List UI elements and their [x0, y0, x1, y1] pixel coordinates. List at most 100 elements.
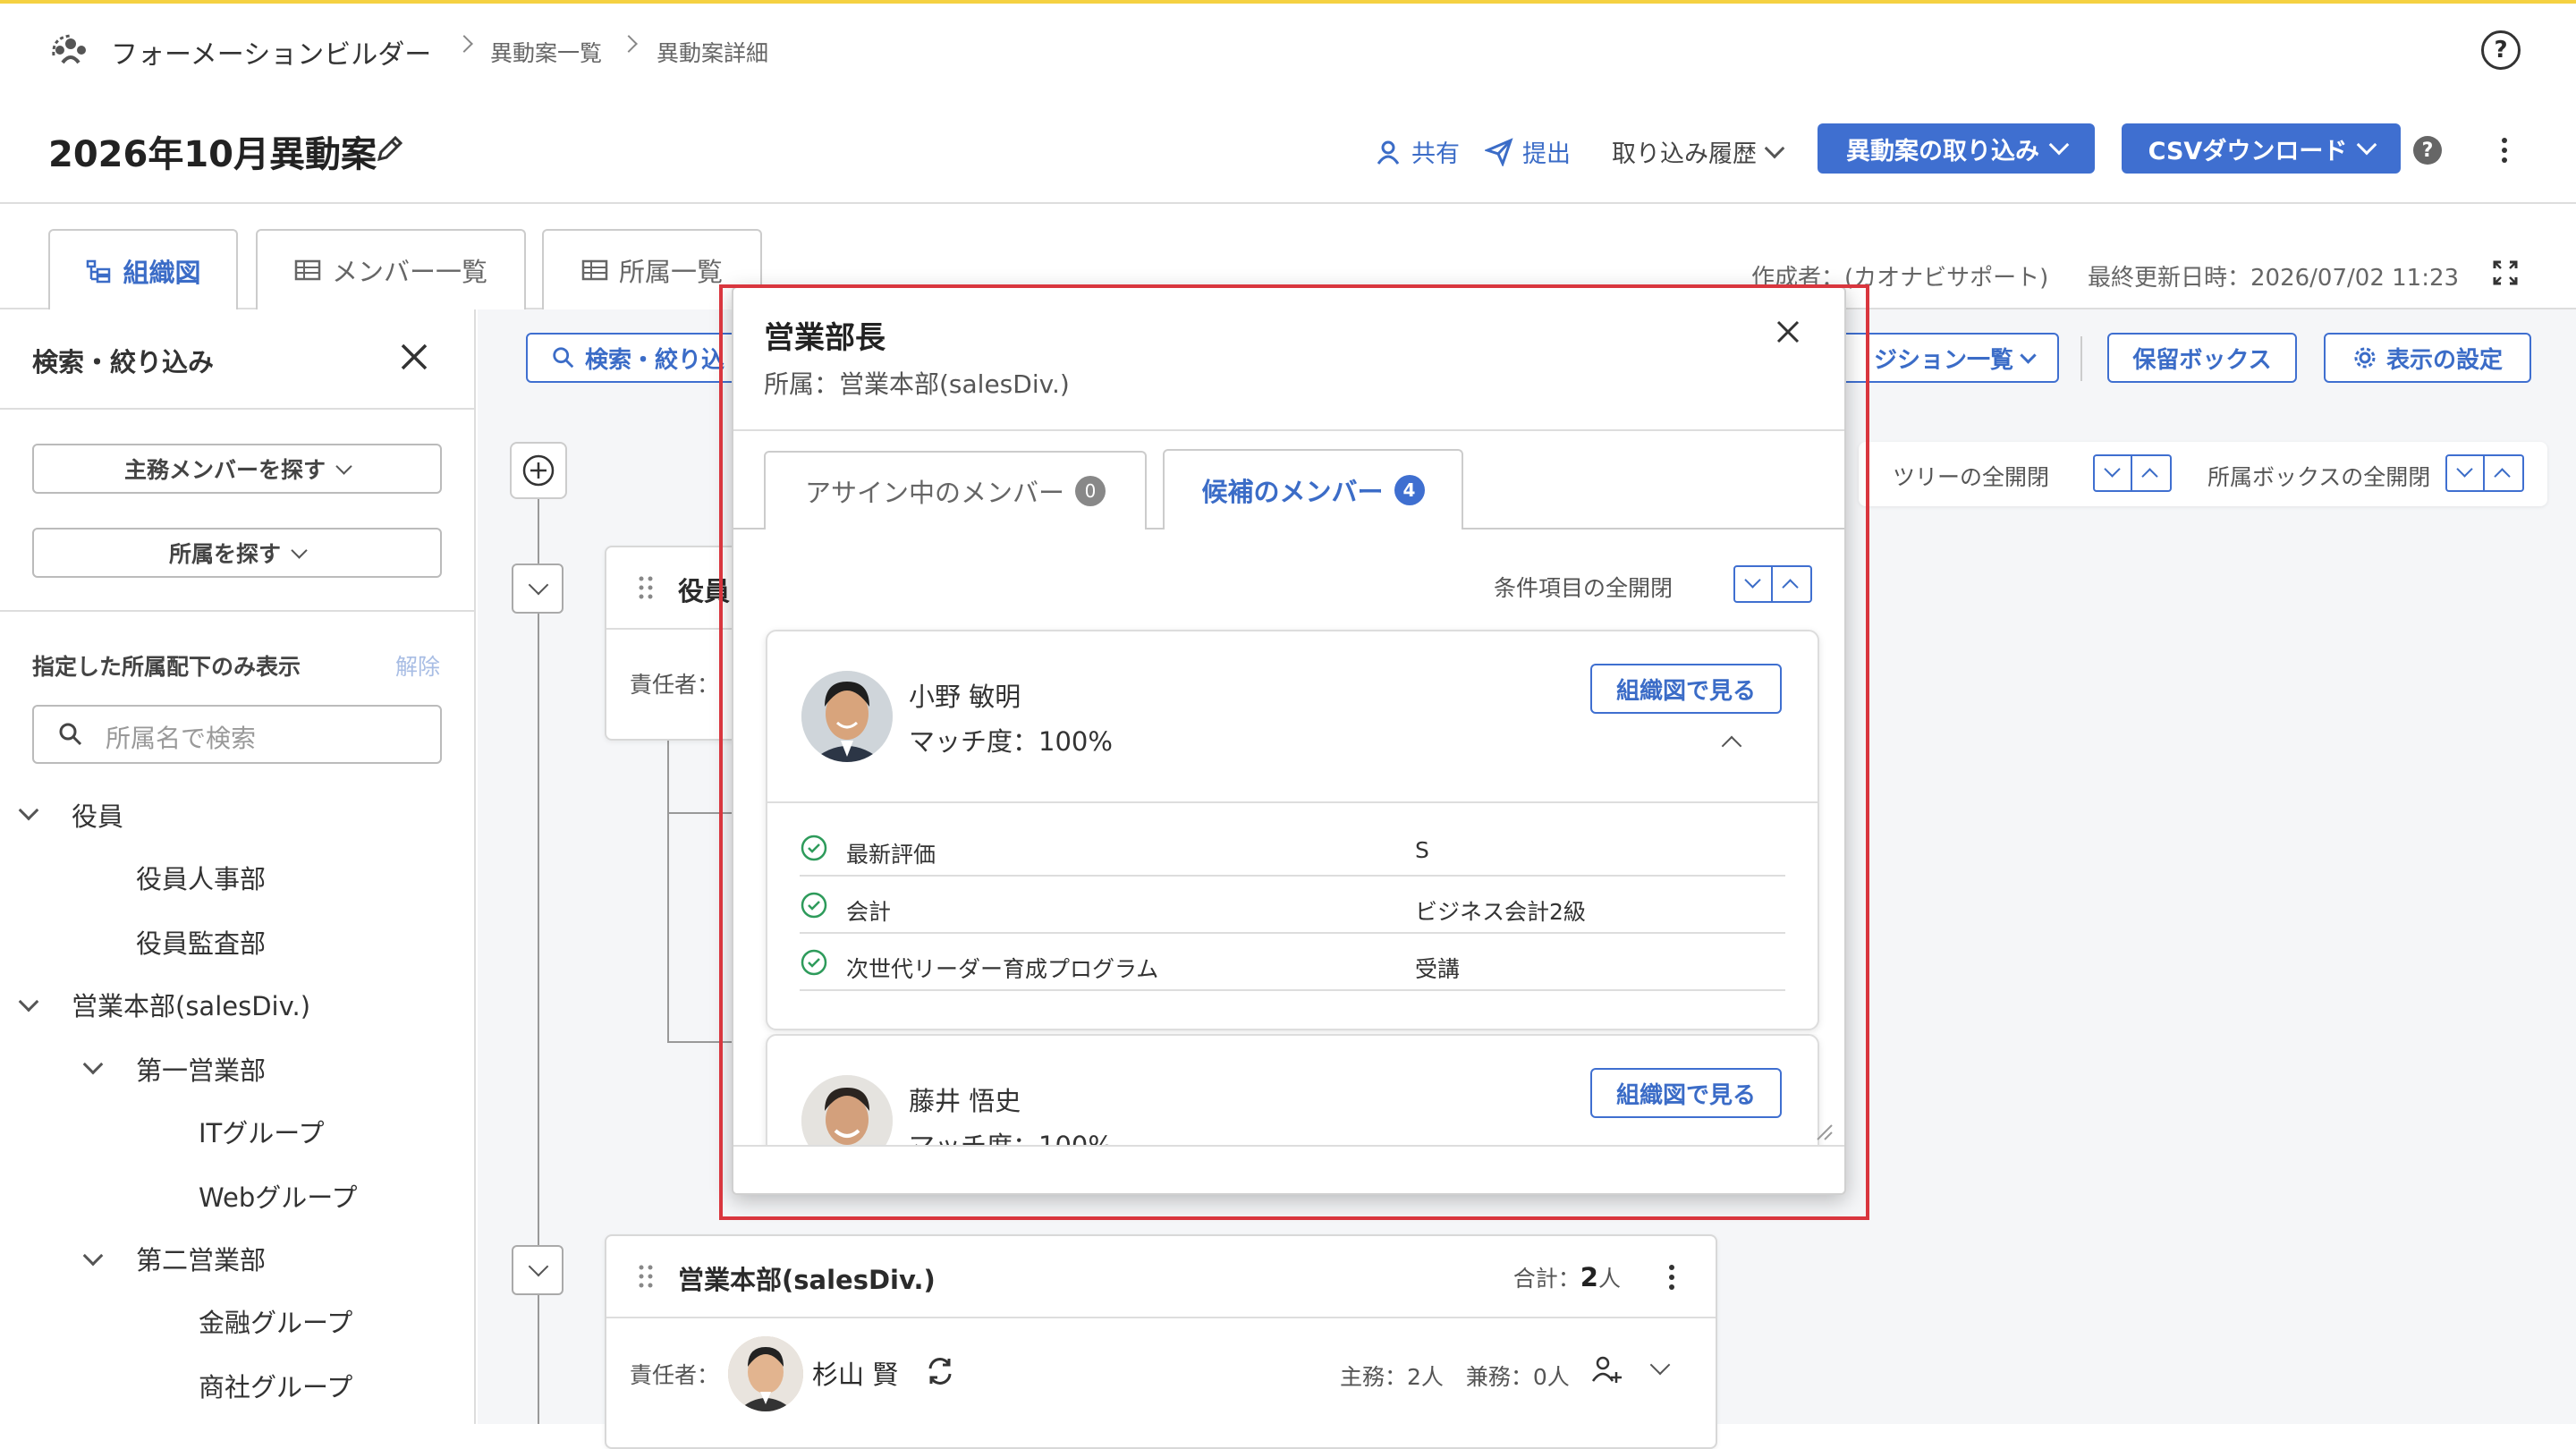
display-settings-label: 表示の設定	[2385, 346, 2503, 374]
more-vertical-icon[interactable]	[1667, 1263, 1676, 1292]
tab-candidate-members[interactable]: 候補のメンバー 4	[1163, 449, 1463, 530]
org-tree-icon	[87, 259, 111, 284]
find-member-button[interactable]: 主務メンバーを探す	[32, 444, 442, 494]
chevron-down-icon	[2020, 346, 2037, 364]
avatar[interactable]	[728, 1336, 803, 1411]
chevron-down-icon[interactable]	[18, 991, 39, 1013]
find-dept-button[interactable]: 所属を探す	[32, 528, 442, 578]
total-unit: 人	[1597, 1266, 1621, 1292]
csv-download-button[interactable]: CSVダウンロード	[2122, 123, 2401, 174]
import-history-label: 取り込み履歴	[1612, 140, 1757, 168]
clear-filter-link[interactable]: 解除	[395, 649, 440, 682]
tree-connector	[667, 1041, 735, 1043]
search-filter-button[interactable]: 検索・絞り込	[526, 333, 758, 383]
add-dept-button[interactable]	[510, 442, 567, 499]
share-button[interactable]: 共有	[1374, 134, 1460, 169]
tree-item-executives[interactable]: 役員	[72, 796, 123, 834]
help-icon[interactable]: ?	[2413, 136, 2442, 165]
tree-collapse-button[interactable]	[2093, 454, 2132, 492]
avatar[interactable]	[801, 671, 893, 762]
swap-icon[interactable]	[925, 1356, 955, 1386]
fullscreen-icon[interactable]	[2492, 259, 2519, 286]
dept-search-input[interactable]: 所属名で検索	[32, 705, 442, 764]
dept-card-sales-div[interactable]: 営業本部(salesDiv.) 合計：2人 責任者： 杉山 賢 主務：2人 兼務…	[605, 1234, 1717, 1449]
conditions-collapse-button[interactable]	[1733, 565, 1773, 603]
chevron-down-icon	[1744, 572, 1761, 589]
tab-dept-list[interactable]: 所属一覧	[542, 229, 762, 309]
add-person-icon[interactable]	[1590, 1354, 1623, 1385]
chevron-down-icon[interactable]	[82, 1245, 104, 1267]
help-icon[interactable]: ?	[2481, 30, 2521, 70]
candidate-card[interactable]: 藤井 悟史 マッチ度：100% 組織図で見る	[766, 1034, 1819, 1145]
chevron-down-icon	[2357, 134, 2377, 156]
tab-assigned-members[interactable]: アサイン中のメンバー 0	[764, 451, 1147, 530]
close-icon[interactable]	[399, 342, 429, 372]
manager-name[interactable]: 杉山 賢	[812, 1354, 898, 1392]
condition-value: 受講	[1415, 956, 1461, 982]
tree-item-sales-2[interactable]: 第二営業部	[136, 1240, 266, 1277]
divider	[0, 610, 476, 612]
collapse-toggle-button[interactable]	[512, 564, 564, 614]
tree-item-it-group[interactable]: ITグループ	[199, 1113, 325, 1150]
tree-item-sales-1[interactable]: 第一営業部	[136, 1050, 266, 1088]
chevron-down-icon[interactable]	[18, 800, 39, 821]
chevron-down-icon	[528, 1256, 549, 1277]
tab-org-chart-label: 組織図	[123, 258, 201, 288]
submit-label: 提出	[1522, 140, 1571, 168]
chevron-down-icon	[2456, 461, 2473, 478]
import-plan-button[interactable]: 異動案の取り込み	[1818, 123, 2095, 174]
chevron-down-icon	[2104, 461, 2121, 478]
dept-expand-button[interactable]	[2485, 454, 2524, 492]
tab-org-chart[interactable]: 組織図	[48, 229, 238, 311]
member-counts: 主務：2人 兼務：0人	[1340, 1364, 1570, 1390]
collapse-toggle-button[interactable]	[512, 1245, 564, 1295]
breadcrumb-item: 異動案詳細	[657, 40, 769, 66]
view-in-org-chart-button[interactable]: 組織図で見る	[1590, 664, 1782, 714]
view-in-org-chart-button[interactable]: 組織図で見る	[1590, 1068, 1782, 1118]
condition-value: S	[1415, 837, 1429, 863]
chevron-up-icon[interactable]	[1721, 735, 1742, 757]
tab-assigned-label: アサイン中のメンバー	[804, 478, 1064, 508]
search-icon	[59, 723, 82, 746]
import-history-dropdown[interactable]: 取り込み履歴	[1612, 134, 1785, 169]
send-icon	[1485, 137, 1513, 166]
tree-item-exec-audit[interactable]: 役員監査部	[136, 923, 266, 961]
tree-expand-button[interactable]	[2132, 454, 2172, 492]
breadcrumb-item[interactable]: 異動案一覧	[490, 36, 602, 68]
conditions-expand-button[interactable]	[1773, 565, 1812, 603]
tree-item-sales-div[interactable]: 営業本部(salesDiv.)	[72, 986, 310, 1023]
dept-collapse-button[interactable]	[2445, 454, 2485, 492]
expand-controls: ツリーの全開閉 所属ボックスの全開閉	[1859, 442, 2547, 506]
chevron-down-icon	[528, 574, 549, 596]
close-icon[interactable]	[1775, 318, 1801, 345]
search-filter-label: 検索・絞り込	[585, 346, 725, 374]
display-settings-button[interactable]: 表示の設定	[2324, 333, 2531, 383]
chevron-down-icon[interactable]	[82, 1054, 104, 1075]
submit-button[interactable]: 提出	[1485, 134, 1571, 169]
app-logo-icon[interactable]	[48, 29, 93, 73]
resize-handle-icon[interactable]	[1814, 1122, 1834, 1141]
person-icon	[1377, 140, 1400, 165]
tree-item-trading-group[interactable]: 商社グループ	[199, 1367, 352, 1404]
tree-item-exec-hr[interactable]: 役員人事部	[136, 859, 266, 896]
tree-item-web-group[interactable]: Webグループ	[199, 1177, 358, 1215]
chevron-down-icon[interactable]	[1649, 1354, 1671, 1376]
page-title: 2026年10月異動案	[48, 134, 377, 175]
dept-card-name: 役員	[678, 576, 731, 606]
drag-handle-icon[interactable]	[637, 574, 655, 601]
tab-member-list[interactable]: メンバー一覧	[256, 229, 526, 309]
divider	[767, 801, 1818, 803]
candidate-card[interactable]: 小野 敏明 マッチ度：100% 組織図で見る 最新評価 S 会計 ビジネス会計2…	[766, 630, 1819, 1030]
breadcrumb-app[interactable]: フォーメーションビルダー	[111, 32, 431, 72]
edit-pencil-icon[interactable]	[374, 132, 406, 165]
condition-label: 次世代リーダー育成プログラム	[846, 956, 1159, 982]
top-bar: フォーメーションビルダー 異動案一覧 異動案詳細 ?	[0, 0, 2576, 98]
tab-dept-list-label: 所属一覧	[618, 257, 723, 287]
drag-handle-icon[interactable]	[637, 1263, 655, 1290]
tree-item-finance-group[interactable]: 金融グループ	[199, 1302, 352, 1340]
avatar[interactable]	[801, 1075, 893, 1145]
check-circle-icon	[801, 835, 827, 861]
dept-card-name: 営業本部(salesDiv.)	[678, 1265, 936, 1295]
hold-box-button[interactable]: 保留ボックス	[2107, 333, 2297, 383]
more-vertical-icon[interactable]	[2497, 134, 2512, 166]
